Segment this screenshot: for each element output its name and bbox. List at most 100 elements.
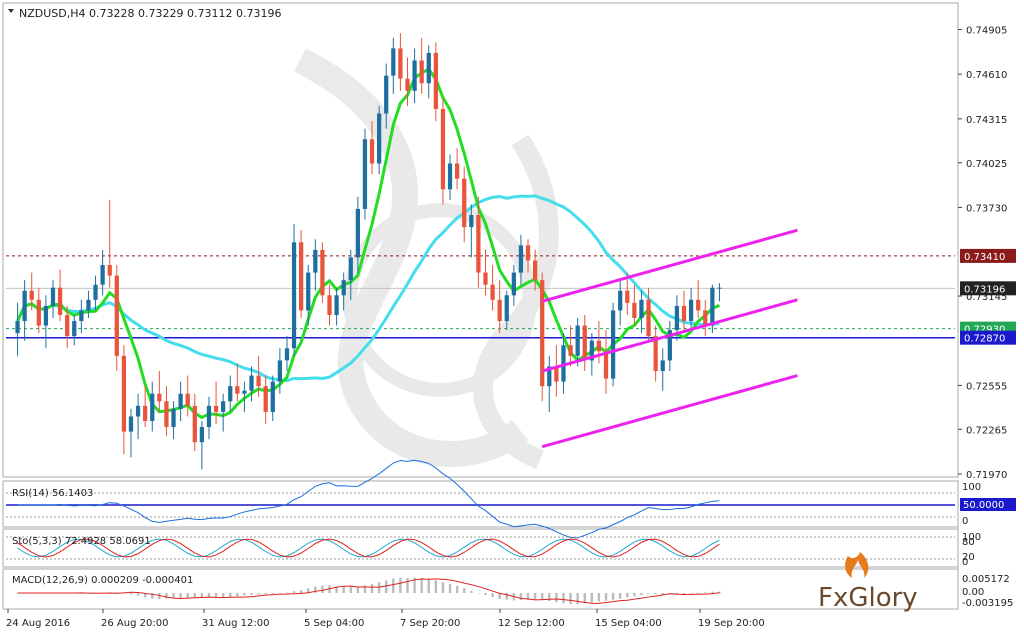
macd-histogram-bar — [406, 578, 409, 593]
macd-histogram-bar — [562, 593, 565, 604]
candle-body — [462, 178, 467, 228]
price-tick-label: 0.74315 — [966, 115, 1007, 126]
candle — [362, 128, 368, 220]
macd-histogram-bar — [385, 580, 388, 593]
candle-body — [221, 401, 226, 412]
candle-body — [440, 108, 446, 190]
macd-histogram-bar — [229, 593, 232, 598]
macd-histogram-bar — [704, 592, 707, 593]
candle-body — [419, 60, 424, 84]
candle-body — [511, 272, 516, 296]
macd-histogram-bar — [569, 593, 572, 605]
candle-body — [242, 390, 247, 394]
macd-histogram-bar — [654, 593, 657, 595]
candle — [540, 272, 545, 402]
candle-body — [284, 348, 290, 361]
resistance-price-label: 0.73410 — [964, 252, 1005, 263]
rsi-panel[interactable] — [2, 480, 959, 528]
candle-body — [100, 264, 105, 285]
macd-histogram-bar — [548, 593, 551, 602]
rsi-axis-top: 100 — [962, 482, 981, 493]
macd-histogram-bar — [236, 593, 239, 597]
time-axis: 24 Aug 2016 26 Aug 20:00 31 Aug 12:00 5 Sep… — [6, 609, 765, 629]
stoch-axis-bottom: 0 — [962, 557, 968, 568]
candle-body — [213, 405, 219, 412]
price-tick-label: 0.72555 — [966, 381, 1007, 392]
candle-body — [43, 305, 49, 326]
candle-body — [135, 405, 141, 417]
candle-body — [603, 351, 609, 379]
macd-histogram-bar — [420, 578, 423, 593]
price-tick-label: 0.74610 — [966, 70, 1007, 81]
macd-histogram-bar — [533, 593, 537, 600]
macd-histogram-bar — [214, 593, 218, 598]
candle-body — [596, 340, 602, 352]
macd-histogram-bar — [278, 593, 282, 594]
stochastic-title: Sto(5,3,3) 72.4928 58.0691 — [12, 536, 151, 547]
candle-body — [171, 408, 176, 428]
price-axis: 0.74905 0.74610 0.74315 0.74025 0.73730 0.731… — [958, 25, 1016, 481]
price-tick-label: 0.74025 — [966, 159, 1007, 170]
candle-body — [483, 272, 488, 285]
time-tick-label: 24 Aug 2016 — [6, 618, 70, 629]
macd-histogram-bar — [434, 580, 438, 593]
macd-histogram-bar — [349, 586, 352, 593]
macd-histogram-bar — [505, 593, 508, 600]
candle — [291, 224, 297, 356]
candle-body — [618, 290, 623, 311]
macd-histogram-bar — [370, 583, 374, 593]
macd-histogram-bar — [604, 593, 608, 601]
candle-body — [398, 48, 403, 79]
macd-histogram-bar — [696, 592, 700, 594]
candle-body — [681, 305, 687, 322]
price-tick-label: 0.71970 — [966, 470, 1007, 481]
candle-body — [639, 299, 644, 318]
candle-body — [497, 299, 502, 322]
macd-histogram-bar — [292, 591, 296, 593]
macd-title: MACD(12,26,9) 0.000209 -0.000401 — [12, 575, 193, 586]
candle-body — [157, 393, 162, 402]
price-chart[interactable]: 0.74905 0.74610 0.74315 0.74025 0.73730 0.731… — [0, 0, 1024, 636]
candle-body — [582, 325, 587, 361]
macd-histogram-bar — [576, 593, 579, 605]
candle-body — [625, 290, 630, 303]
macd-histogram-bar — [243, 593, 246, 596]
candle-body — [696, 299, 701, 311]
time-tick-label: 31 Aug 12:00 — [202, 618, 269, 629]
candle-body — [164, 401, 169, 428]
macd-histogram-bar — [463, 588, 466, 593]
macd-histogram-bar — [165, 593, 168, 599]
time-tick-label: 5 Sep 04:00 — [304, 618, 364, 629]
candle-body — [362, 139, 368, 209]
candle-body — [128, 416, 134, 432]
candle-body — [72, 321, 77, 337]
candle-body — [426, 52, 431, 84]
candle-body — [518, 245, 524, 273]
macd-histogram-bar — [186, 593, 189, 598]
support-price-label: 0.72870 — [964, 334, 1005, 345]
macd-histogram-bar — [711, 591, 714, 593]
candle-body — [469, 215, 474, 228]
candle-body — [93, 284, 98, 300]
macd-histogram-bar — [257, 593, 260, 595]
candle-body — [341, 280, 346, 296]
macd-histogram-bar — [555, 593, 558, 603]
candle-body — [433, 52, 438, 109]
candle-body — [674, 305, 680, 331]
macd-histogram-bar — [285, 592, 289, 594]
candle-body — [36, 299, 41, 326]
candle-body — [412, 60, 417, 91]
macd-histogram-bar — [448, 583, 452, 593]
candle-body — [256, 375, 261, 387]
candle-body — [277, 360, 283, 382]
candle-body — [50, 287, 56, 306]
macd-histogram-bar — [399, 577, 402, 593]
price-tick-label: 0.74905 — [966, 25, 1007, 36]
macd-histogram-bar — [299, 590, 303, 593]
macd-histogram-bar — [392, 578, 395, 593]
time-tick-label: 7 Sep 20:00 — [400, 618, 460, 629]
candle-body — [228, 386, 233, 402]
candle-body — [632, 302, 637, 318]
time-tick-label: 15 Sep 04:00 — [595, 618, 662, 629]
candle — [114, 264, 119, 372]
